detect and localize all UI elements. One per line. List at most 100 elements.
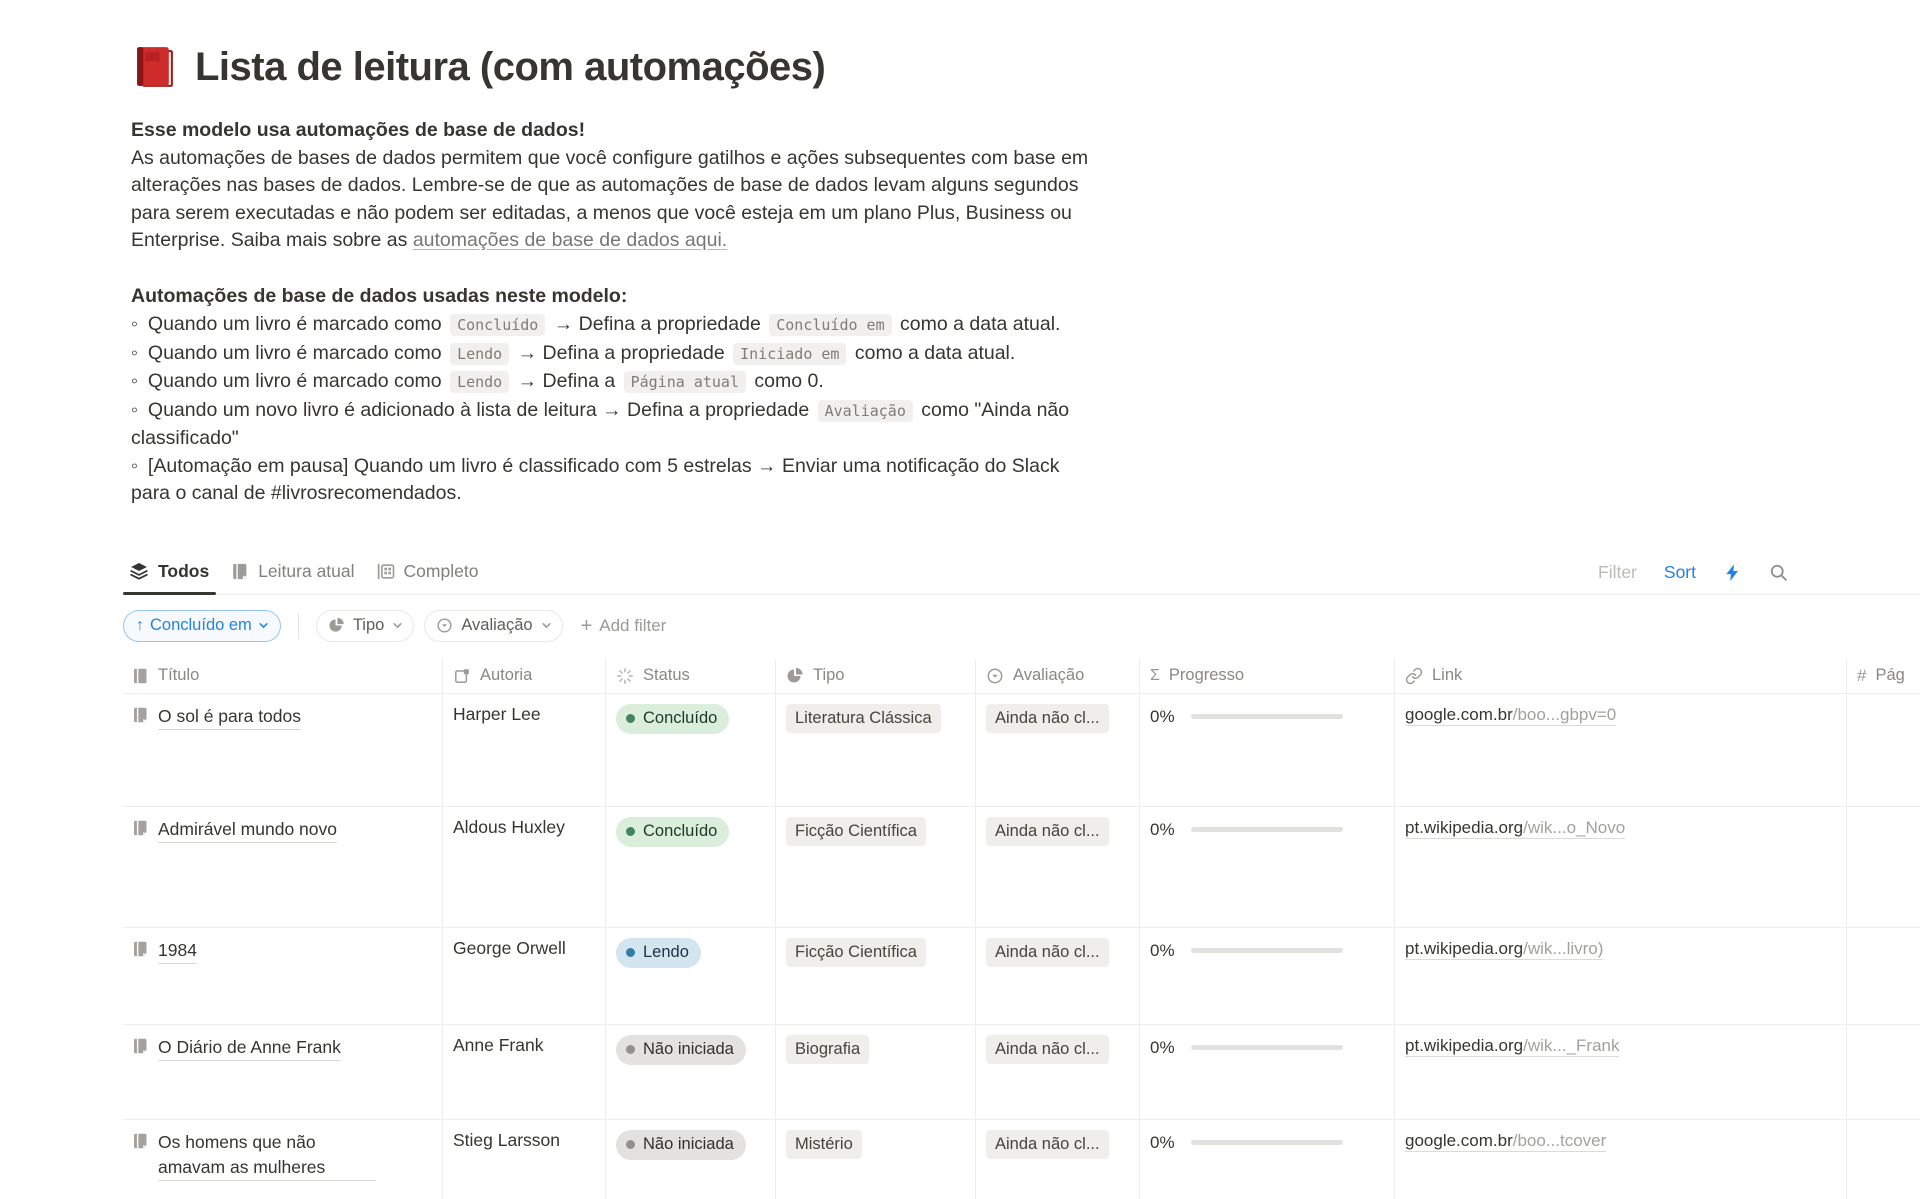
link-url[interactable]: pt.wikipedia.org/wik...o_Novo <box>1405 818 1625 839</box>
sort-button[interactable]: Sort <box>1664 562 1696 583</box>
cell-link[interactable]: pt.wikipedia.org/wik...o_Novo <box>1394 807 1846 927</box>
book-title-link[interactable]: Admirável mundo novo <box>158 817 337 843</box>
book-title-link[interactable]: 1984 <box>158 938 197 964</box>
sort-chip-concluido-em[interactable]: ↑ Concluído em <box>123 610 281 642</box>
column-header-autoria[interactable]: Autoria <box>442 659 605 693</box>
cell-titulo[interactable]: O Diário de Anne Frank <box>123 1025 442 1119</box>
column-header-label: Status <box>643 666 690 685</box>
cell-status[interactable]: Lendo <box>605 928 775 1024</box>
cell-tipo[interactable]: Ficção Científica <box>775 928 975 1024</box>
person-icon <box>453 667 471 685</box>
cell-avaliacao[interactable]: Ainda não cl... <box>975 1120 1139 1199</box>
book-title-link[interactable]: Os homens que não amavam as mulheres <box>158 1130 376 1181</box>
column-header-tipo[interactable]: Tipo <box>775 659 975 693</box>
column-header-link[interactable]: Link <box>1394 659 1846 693</box>
cell-progresso[interactable]: 0% <box>1139 807 1394 927</box>
cell-autoria[interactable]: Aldous Huxley <box>442 807 605 927</box>
cell-link[interactable]: pt.wikipedia.org/wik...livro) <box>1394 928 1846 1024</box>
filter-button[interactable]: Filter <box>1598 562 1637 583</box>
progress-bar <box>1191 948 1343 953</box>
search-icon[interactable] <box>1769 563 1788 582</box>
tab-todos[interactable]: Todos <box>123 552 224 594</box>
cell-tipo[interactable]: Mistério <box>775 1120 975 1199</box>
column-header-pag[interactable]: #Pág <box>1846 659 1920 693</box>
column-header-status[interactable]: Status <box>605 659 775 693</box>
column-header-titulo[interactable]: Título <box>123 659 442 693</box>
cell-link[interactable]: google.com.br/boo...gbpv=0 <box>1394 694 1846 806</box>
inline-code: Avaliação <box>818 400 913 422</box>
automation-bullet: ◦Quando um livro é marcado como Lendo → … <box>131 340 1093 369</box>
progress: 0% <box>1150 938 1384 961</box>
cell-avaliacao[interactable]: Ainda não cl... <box>975 1025 1139 1119</box>
link-url[interactable]: pt.wikipedia.org/wik...livro) <box>1405 939 1603 960</box>
tab-completo[interactable]: Completo <box>370 552 494 594</box>
cell-progresso[interactable]: 0% <box>1139 928 1394 1024</box>
progress-bar <box>1191 827 1343 832</box>
cell-autoria[interactable]: George Orwell <box>442 928 605 1024</box>
link-url[interactable]: google.com.br/boo...tcover <box>1405 1131 1606 1152</box>
bullet-text: Quando um livro é marcado como <box>148 370 447 392</box>
pie-chart-icon <box>328 617 345 634</box>
progress-percent: 0% <box>1150 707 1175 727</box>
inline-code: Concluído <box>450 314 545 336</box>
select-circle-icon <box>436 617 453 634</box>
cell-avaliacao[interactable]: Ainda não cl... <box>975 928 1139 1024</box>
cell-status[interactable]: Concluído <box>605 807 775 927</box>
link-url[interactable]: google.com.br/boo...gbpv=0 <box>1405 705 1616 726</box>
cell-pagina[interactable] <box>1846 1120 1920 1199</box>
author-text: Stieg Larsson <box>453 1130 560 1150</box>
cell-tipo[interactable]: Ficção Científica <box>775 807 975 927</box>
toolbar-actions: Filter Sort <box>1598 562 1920 583</box>
cell-avaliacao[interactable]: Ainda não cl... <box>975 807 1139 927</box>
cell-titulo[interactable]: 1984 <box>123 928 442 1024</box>
filter-chip-label: Tipo <box>353 616 385 635</box>
progress: 0% <box>1150 1035 1384 1058</box>
cell-progresso[interactable]: 0% <box>1139 1025 1394 1119</box>
cell-status[interactable]: Não iniciada <box>605 1120 775 1199</box>
cell-tipo[interactable]: Biografia <box>775 1025 975 1119</box>
link-domain: google.com.br <box>1405 1131 1513 1150</box>
author-text: Anne Frank <box>453 1035 543 1055</box>
tab-leitura-atual[interactable]: Leitura atual <box>224 552 369 594</box>
column-header-avaliacao[interactable]: Avaliação <box>975 659 1139 693</box>
add-filter-button[interactable]: + Add filter <box>581 616 667 636</box>
cell-autoria[interactable]: Anne Frank <box>442 1025 605 1119</box>
bullet-text: como a data atual. <box>849 342 1015 364</box>
filter-chip-avaliacao[interactable]: Avaliação <box>424 610 562 642</box>
lightning-icon[interactable] <box>1723 563 1742 582</box>
link-url[interactable]: pt.wikipedia.org/wik..._Frank <box>1405 1036 1619 1057</box>
cell-status[interactable]: Não iniciada <box>605 1025 775 1119</box>
cell-autoria[interactable]: Harper Lee <box>442 694 605 806</box>
cell-titulo[interactable]: O sol é para todos <box>123 694 442 806</box>
bullet-text: como a data atual. <box>895 313 1061 335</box>
book-title-link[interactable]: O sol é para todos <box>158 704 301 730</box>
doc-section: Lista de leitura (com automações) Esse m… <box>131 0 1141 508</box>
table-row: O sol é para todos Harper LeeConcluídoLit… <box>123 693 1920 806</box>
cell-pagina[interactable] <box>1846 1025 1920 1119</box>
column-header-progresso[interactable]: ΣProgresso <box>1139 659 1394 693</box>
arrow-up-icon: ↑ <box>136 617 144 635</box>
plus-icon: + <box>581 616 593 636</box>
cell-avaliacao[interactable]: Ainda não cl... <box>975 694 1139 806</box>
book-title-link[interactable]: O Diário de Anne Frank <box>158 1035 341 1061</box>
progress-bar <box>1191 1045 1343 1050</box>
divider <box>298 613 299 639</box>
cell-tipo[interactable]: Literatura Clássica <box>775 694 975 806</box>
link-path: /wik...o_Novo <box>1523 818 1625 837</box>
cell-pagina[interactable] <box>1846 694 1920 806</box>
inline-code: Lendo <box>450 343 509 365</box>
filter-chip-tipo[interactable]: Tipo <box>316 610 415 642</box>
cell-link[interactable]: pt.wikipedia.org/wik..._Frank <box>1394 1025 1846 1119</box>
automations-doc-link[interactable]: automações de base de dados aqui. <box>413 229 727 251</box>
cell-titulo[interactable]: Admirável mundo novo <box>123 807 442 927</box>
cell-pagina[interactable] <box>1846 807 1920 927</box>
intro-lead: Esse modelo usa automações de base de da… <box>131 117 1141 145</box>
bullet-text: → Defina a propriedade <box>548 313 766 335</box>
cell-pagina[interactable] <box>1846 928 1920 1024</box>
cell-progresso[interactable]: 0% <box>1139 694 1394 806</box>
cell-autoria[interactable]: Stieg Larsson <box>442 1120 605 1199</box>
cell-titulo[interactable]: Os homens que não amavam as mulheres <box>123 1120 442 1199</box>
cell-progresso[interactable]: 0% <box>1139 1120 1394 1199</box>
cell-link[interactable]: google.com.br/boo...tcover <box>1394 1120 1846 1199</box>
cell-status[interactable]: Concluído <box>605 694 775 806</box>
